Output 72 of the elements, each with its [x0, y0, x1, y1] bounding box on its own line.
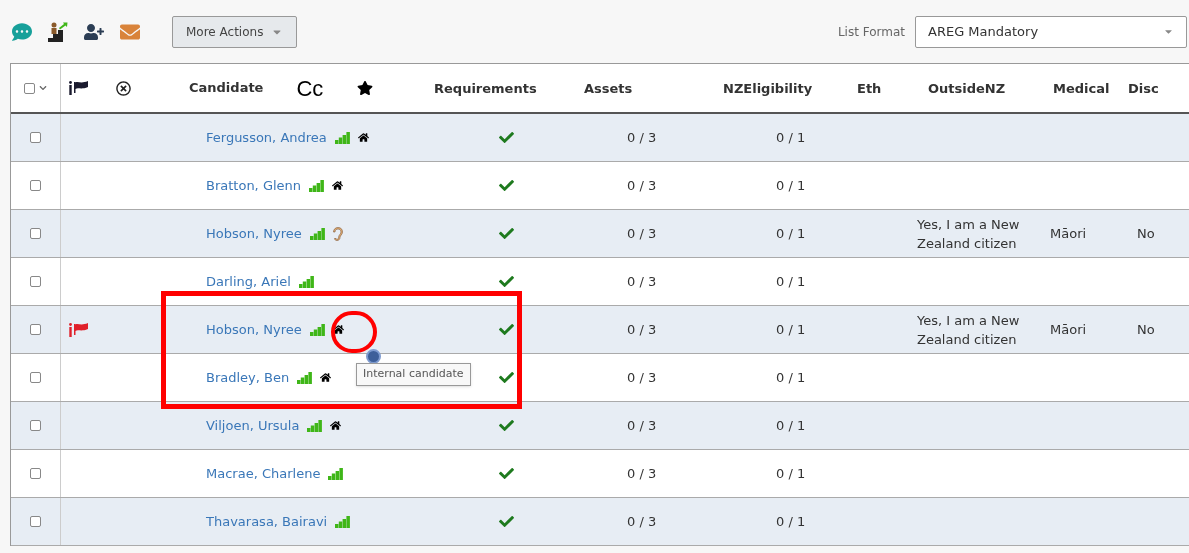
disc-cell: No [1137, 321, 1155, 337]
column-header[interactable]: NZEligibility [723, 81, 813, 96]
column-header[interactable]: Medical [1053, 81, 1110, 96]
row-checkbox[interactable] [30, 324, 41, 335]
disc-cell: No [1137, 225, 1155, 241]
signal-bars-icon [309, 227, 325, 240]
eligibility-cell: 0 / 1 [776, 321, 806, 337]
eligibility-cell: 0 / 1 [776, 273, 806, 289]
eligibility-cell: 0 / 1 [776, 513, 806, 529]
eligibility-cell: 0 / 1 [776, 465, 806, 481]
candidate-link[interactable]: Hobson, Nyree [206, 319, 302, 340]
row-checkbox[interactable] [30, 180, 41, 191]
candidate-link[interactable]: Bradley, Ben [206, 367, 290, 388]
chevron-icon[interactable] [39, 84, 47, 92]
eligibility-cell: 0 / 1 [776, 369, 806, 385]
row-checkbox[interactable] [30, 276, 41, 287]
row-checkbox[interactable] [30, 132, 41, 143]
list-format-value: AREG Mandatory [928, 22, 1039, 41]
assets-cell: 0 / 3 [627, 129, 657, 145]
column-header[interactable]: Cc [296, 71, 324, 105]
signal-bars-icon [297, 371, 313, 384]
candidate-link[interactable]: Fergusson, Andrea [206, 127, 327, 148]
eligibility-cell: 0 / 1 [776, 225, 806, 241]
eligibility-cell: 0 / 1 [776, 417, 806, 433]
column-header[interactable]: Requirements [434, 81, 537, 96]
outside-nz-cell-text: Yes, I am a New Zealand citizen [917, 215, 1021, 253]
row-checkbox[interactable] [30, 372, 41, 383]
candidate-link[interactable]: Hobson, Nyree [206, 223, 302, 244]
row-checkbox[interactable] [24, 82, 35, 94]
candidate-link[interactable]: Bratton, Glenn [206, 175, 302, 196]
list-format-select[interactable]: AREG Mandatory [915, 15, 1187, 48]
signal-bars-icon [334, 131, 350, 144]
add-user-icon[interactable] [84, 21, 104, 42]
signal-bars-icon [309, 179, 325, 192]
more-actions-button[interactable]: More Actions [172, 15, 298, 48]
signal-bars-icon [307, 419, 323, 432]
column-header[interactable]: Disc [1128, 81, 1159, 96]
signal-bars-icon [335, 515, 351, 528]
flag-icon [69, 81, 89, 95]
assets-cell: 0 / 3 [627, 465, 657, 481]
candidate-link[interactable]: Viljoen, Ursula [206, 415, 300, 436]
eligibility-cell: 0 / 1 [776, 129, 806, 145]
candidate-link[interactable]: Thavarasa, Bairavi [206, 511, 328, 532]
tooltip: Internal candidate [356, 363, 471, 386]
row-checkbox[interactable] [30, 420, 41, 431]
assets-cell: 0 / 3 [627, 225, 657, 241]
candidate-link[interactable]: Darling, Ariel [206, 271, 291, 292]
assets-cell: 0 / 3 [627, 369, 657, 385]
outside-nz-cell-text: Yes, I am a New Zealand citizen [917, 311, 1021, 349]
row-checkbox[interactable] [30, 228, 41, 239]
person-stairs-icon[interactable] [48, 21, 68, 42]
column-header[interactable]: Candidate [189, 78, 264, 98]
assets-cell: 0 / 3 [627, 177, 657, 193]
assets-cell: 0 / 3 [627, 273, 657, 289]
row-checkbox[interactable] [30, 516, 41, 527]
chat-icon[interactable] [12, 21, 32, 42]
eligibility-cell: 0 / 1 [776, 177, 806, 193]
column-header[interactable]: Assets [584, 81, 633, 96]
medical-cell: Māori [1050, 225, 1087, 241]
signal-bars-icon [309, 323, 325, 336]
candidate-link[interactable]: Macrae, Charlene [206, 463, 321, 484]
signal-bars-icon [328, 467, 344, 480]
list-format-label: List Format [837, 23, 905, 41]
signal-bars-icon [298, 275, 314, 288]
column-header[interactable]: Eth [857, 81, 882, 96]
medical-cell: Māori [1050, 321, 1087, 337]
assets-cell: 0 / 3 [627, 417, 657, 433]
assets-cell: 0 / 3 [627, 513, 657, 529]
row-checkbox[interactable] [30, 468, 41, 479]
column-header[interactable]: OutsideNZ [928, 81, 1006, 96]
star-icon[interactable] [357, 80, 374, 96]
assets-cell: 0 / 3 [627, 321, 657, 337]
